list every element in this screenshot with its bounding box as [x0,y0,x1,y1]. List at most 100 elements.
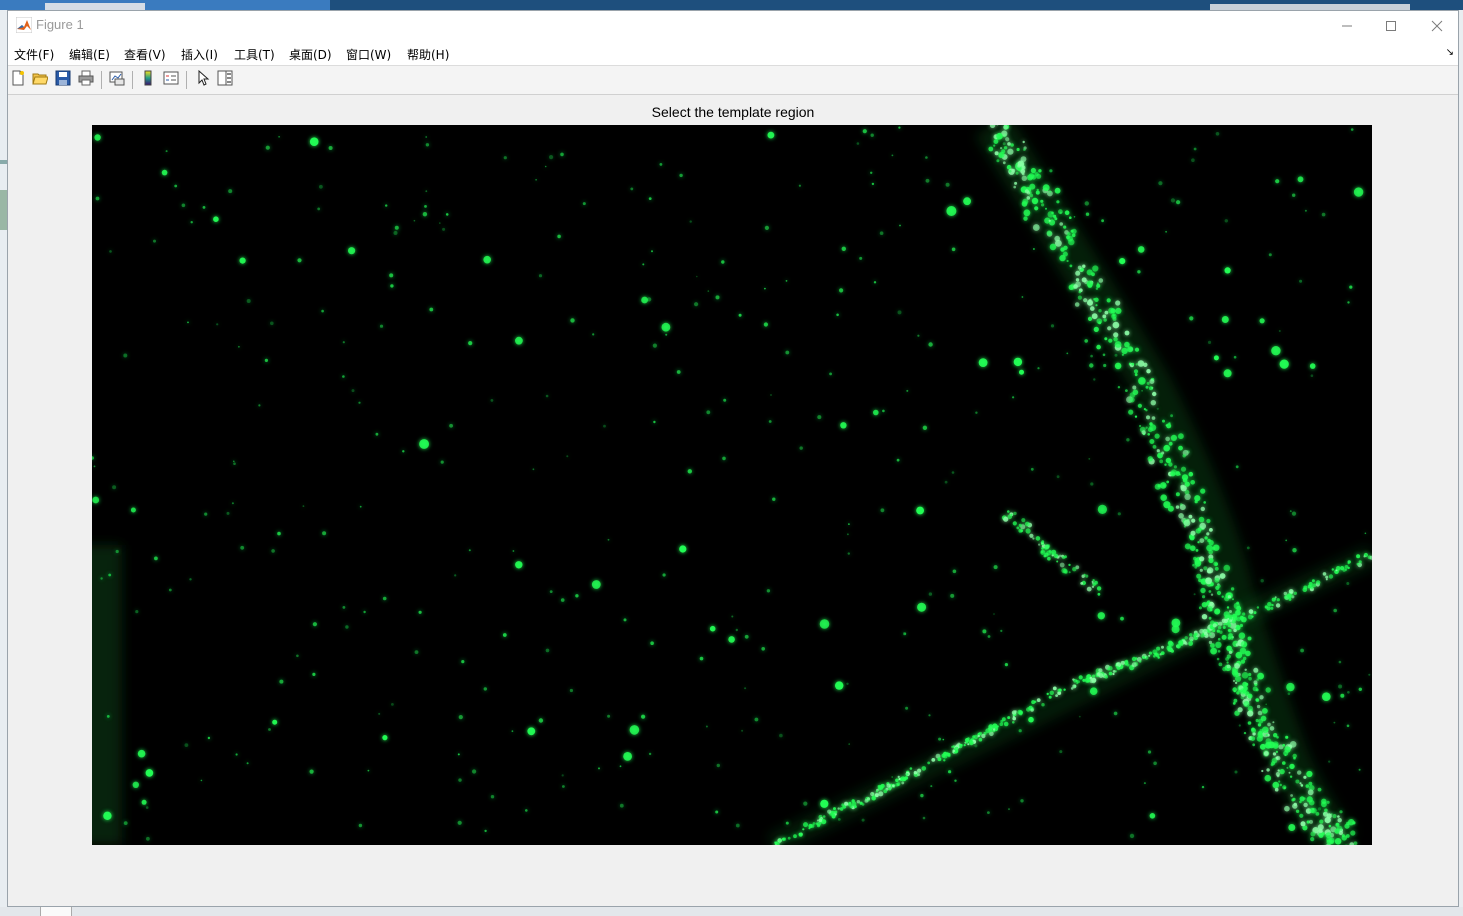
open-file-button[interactable] [30,70,50,90]
fluorescent-spot [515,336,523,345]
edit-plot-button[interactable] [193,69,213,90]
filament-spot [1306,796,1313,803]
filament-spot [1232,679,1236,683]
fluorescent-spot [993,613,995,615]
print-button[interactable] [76,70,96,90]
filament-spot [1091,313,1098,320]
filament-spot [1219,573,1226,579]
filament-spot [1274,787,1279,792]
image-canvas[interactable] [92,125,1372,845]
filament-spot [1017,709,1023,715]
fluorescent-spot [425,190,428,193]
filament-spot [875,790,879,793]
fluorescent-spot [847,533,849,536]
filament-spot [1200,506,1206,512]
filament-spot [1103,318,1107,322]
maximize-button[interactable] [1368,11,1414,41]
filament-spot [1265,733,1269,737]
insert-colorbar-button[interactable] [138,70,158,90]
fluorescent-spot [240,545,245,550]
fluorescent-spot [342,375,345,378]
fluorescent-spot [418,610,422,614]
filament-spot [1013,185,1016,189]
fluorescent-spot [490,795,495,799]
filament-spot [1041,203,1045,207]
fluorescent-spot [1287,692,1291,696]
fluorescent-spot [848,523,850,525]
fluorescent-spot [1310,374,1314,377]
filament-spot [988,724,994,730]
title-bar[interactable]: Figure 1 [8,11,1458,41]
filament-spot [1040,550,1044,553]
filament-spot [1137,360,1145,367]
filament-spot [1020,169,1026,174]
menu-view[interactable]: 查看(V) [124,46,166,63]
menu-overflow-icon[interactable]: ↘ [1446,47,1454,58]
filament-spot [1170,469,1177,476]
fluorescent-spot [207,736,211,740]
fluorescent-spot [103,811,112,820]
filament-spot [1082,678,1086,682]
filament-spot [1289,763,1295,770]
filament-spot [1031,197,1039,205]
menu-insert[interactable]: 插入(I) [181,46,218,63]
fluorescent-spot [527,727,536,736]
fluorescent-spot [689,220,692,223]
fluorescent-spot [582,202,586,206]
menu-tools[interactable]: 工具(T) [234,46,275,63]
filament-spot [1285,735,1289,739]
fluorescence-image[interactable] [92,125,1372,845]
fluorescent-spot [652,343,658,348]
filament-spot [1023,148,1026,151]
filament-spot [1243,731,1247,735]
fluorescent-spot [1141,389,1143,392]
menu-window[interactable]: 窗口(W) [346,46,391,63]
fluorescent-spot [870,171,873,174]
menu-desktop[interactable]: 桌面(D) [289,46,332,63]
fluorescent-spot [619,803,624,808]
filament-spot [973,734,979,740]
filament-spot [1218,621,1223,626]
fluorescent-spot [648,752,652,756]
insert-legend-button[interactable] [161,70,181,90]
filament-spot [1363,555,1366,558]
filament-spot [1030,167,1036,174]
filament-spot [1208,640,1212,645]
menu-help[interactable]: 帮助(H) [407,46,449,63]
filament-spot [1233,698,1238,703]
window-title: Figure 1 [36,17,84,32]
background-mark [0,190,7,230]
close-button[interactable] [1414,11,1460,41]
new-figure-button[interactable] [8,70,28,90]
filament-spot [1315,812,1320,816]
filament-spot [1059,222,1063,226]
fluorescent-spot [735,823,740,828]
fluorescent-spot [770,394,772,396]
filament-spot [1182,454,1186,458]
fluorescent-spot [1224,267,1231,274]
fluorescent-spot [238,345,240,348]
filament-spot [1102,353,1106,357]
fluorescent-spot [735,628,738,632]
filament-spot [1307,584,1312,589]
filament-spot [1108,307,1115,314]
filament-spot [1018,523,1022,527]
menu-edit[interactable]: 编辑(E) [69,46,110,63]
filament-spot [1095,304,1098,307]
minimize-button[interactable] [1324,11,1370,41]
filament-spot [1200,587,1206,594]
link-plot-button[interactable] [107,70,127,90]
filament-spot [1319,819,1324,824]
filament-spot [1255,688,1259,692]
save-button[interactable] [53,70,73,90]
filament-spot [1021,518,1026,523]
filament-spot [1290,794,1293,797]
property-inspector-button[interactable] [215,70,235,90]
filament-spot [1229,619,1233,623]
filament-spot [1016,526,1020,530]
insert-colorbar-icon [140,70,156,90]
filament-spot [1012,721,1015,724]
filament-spot [1240,641,1248,648]
fluorescent-spot [359,505,362,508]
menu-file[interactable]: 文件(F) [14,46,54,63]
